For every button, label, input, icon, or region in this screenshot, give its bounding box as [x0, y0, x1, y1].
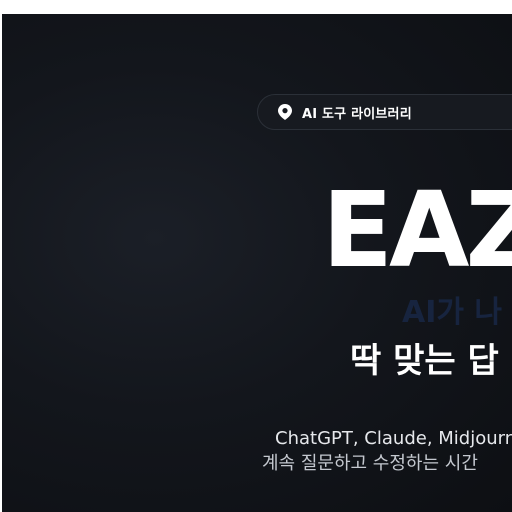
hero-section: AI 도구 라이브러리 EAZ AI가 나 딱 맞는 답 ChatGPT, Cl…	[2, 14, 512, 512]
brand-title: EAZ	[322, 169, 512, 291]
hero-headline: 딱 맞는 답	[350, 341, 499, 381]
location-pin-icon	[278, 104, 294, 120]
hero-tagline: AI가 나	[402, 295, 503, 330]
hero-description-line-2: 계속 질문하고 수정하는 시간	[262, 453, 478, 474]
category-badge[interactable]: AI 도구 라이브러리	[257, 94, 512, 130]
badge-label: AI 도구 라이브러리	[302, 106, 412, 122]
hero-description-line-1: ChatGPT, Claude, Midjourn	[275, 428, 512, 449]
